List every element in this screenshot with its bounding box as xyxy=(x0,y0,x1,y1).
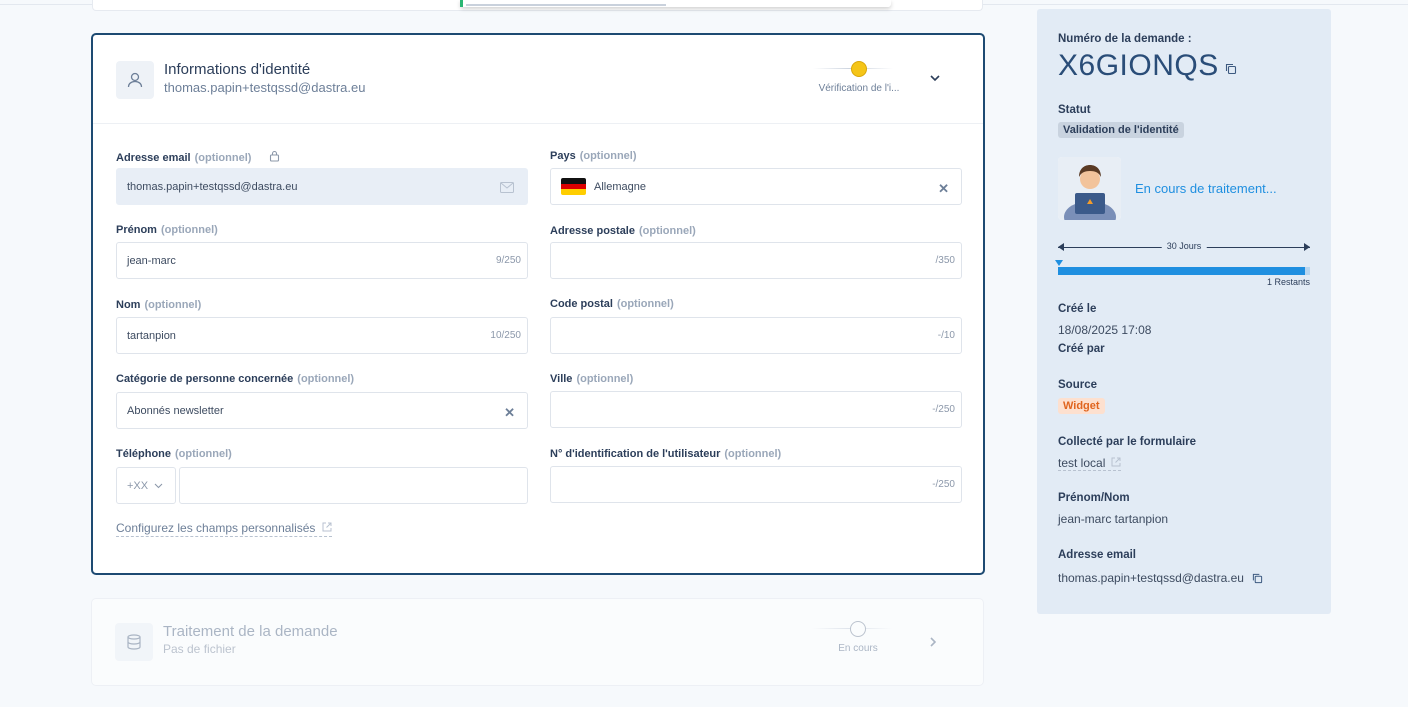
remaining-days: 1 Restants xyxy=(1266,277,1310,287)
external-link-icon xyxy=(1111,457,1121,467)
request-summary-panel: Numéro de la demande : X6GIONQS Statut V… xyxy=(1037,9,1331,614)
category-value: Abonnés newsletter xyxy=(127,404,224,417)
status-badge: Validation de l'identité xyxy=(1058,122,1184,138)
agent-avatar xyxy=(1058,157,1121,220)
lastname-label: Nom (optionnel) xyxy=(116,299,202,311)
database-icon xyxy=(115,623,153,661)
city-field[interactable]: -/250 xyxy=(550,391,962,428)
chevron-down-icon[interactable] xyxy=(928,71,942,85)
identity-step: Vérification de l'i... xyxy=(809,57,909,94)
country-value: Allemagne xyxy=(594,180,646,193)
country-label: Pays (optionnel) xyxy=(550,150,637,162)
processing-status-text: En cours de traitement... xyxy=(1135,181,1277,196)
sidebar-email-label: Adresse email xyxy=(1058,549,1136,561)
country-select[interactable]: Allemagne ✕ xyxy=(550,168,962,205)
form-link[interactable]: test local xyxy=(1058,456,1121,471)
clear-country-icon[interactable]: ✕ xyxy=(938,181,949,197)
address-label: Adresse postale (optionnel) xyxy=(550,225,696,237)
external-link-icon xyxy=(322,522,332,532)
identity-card-header[interactable]: Informations d'identité thomas.papin+tes… xyxy=(93,35,983,124)
city-label: Ville (optionnel) xyxy=(550,373,634,385)
created-label: Créé le xyxy=(1058,303,1097,315)
timeline-label: 30 Jours xyxy=(1161,241,1207,251)
name-label: Prénom/Nom xyxy=(1058,492,1130,504)
identity-card-email: thomas.papin+testqssd@dastra.eu xyxy=(164,80,366,95)
timeline-progress xyxy=(1058,267,1310,275)
chevron-right-icon[interactable] xyxy=(926,635,940,649)
category-select[interactable]: Abonnés newsletter ✕ xyxy=(116,392,528,429)
timeline-marker xyxy=(1055,260,1063,266)
firstname-value: jean-marc xyxy=(127,254,176,267)
category-label: Catégorie de personne concernée (optionne… xyxy=(116,373,355,385)
copy-icon[interactable] xyxy=(1252,573,1263,584)
germany-flag-icon xyxy=(561,178,586,195)
copy-icon[interactable] xyxy=(1225,63,1237,75)
clear-category-icon[interactable]: ✕ xyxy=(504,405,515,421)
request-number-row: X6GIONQS xyxy=(1058,49,1237,83)
lastname-counter: 10/250 xyxy=(490,330,521,341)
email-label: Adresse email (optionnel) xyxy=(116,150,280,164)
phone-prefix-value: +XX xyxy=(127,479,149,492)
user-id-counter: -/250 xyxy=(932,479,955,490)
step-status-dot xyxy=(851,61,867,77)
address-counter: /350 xyxy=(935,255,955,266)
user-id-field[interactable]: -/250 xyxy=(550,466,962,503)
chevron-down-icon xyxy=(154,483,163,488)
status-label: Statut xyxy=(1058,104,1091,116)
city-counter: -/250 xyxy=(932,404,955,415)
timeline-span: 30 Jours xyxy=(1058,241,1310,253)
created-by-label: Créé par xyxy=(1058,343,1105,355)
identity-card: Informations d'identité thomas.papin+tes… xyxy=(91,33,985,575)
email-value: thomas.papin+testqssd@dastra.eu xyxy=(127,180,298,193)
source-label: Source xyxy=(1058,379,1097,391)
user-icon xyxy=(116,61,154,99)
phone-label: Téléphone (optionnel) xyxy=(116,448,232,460)
processing-card-subtitle: Pas de fichier xyxy=(163,642,236,656)
form-label: Collecté par le formulaire xyxy=(1058,436,1197,448)
firstname-field[interactable]: jean-marc 9/250 xyxy=(116,242,528,279)
popover-accent xyxy=(460,0,463,7)
popover-scrollbar[interactable] xyxy=(466,4,666,6)
lastname-field[interactable]: tartanpion 10/250 xyxy=(116,317,528,354)
step-status-dot xyxy=(850,621,866,637)
step-label: Vérification de l'i... xyxy=(818,83,900,94)
firstname-label: Prénom (optionnel) xyxy=(116,224,218,236)
name-value: jean-marc tartanpion xyxy=(1058,512,1169,526)
address-field[interactable]: /350 xyxy=(550,242,962,279)
firstname-counter: 9/250 xyxy=(495,255,521,266)
email-field[interactable]: thomas.papin+testqssd@dastra.eu xyxy=(116,168,528,205)
phone-prefix-select[interactable]: +XX xyxy=(116,467,176,504)
form-value: test local xyxy=(1058,456,1106,470)
request-number-label: Numéro de la demande : xyxy=(1058,33,1192,45)
processing-step: En cours xyxy=(808,617,908,654)
zipcode-label: Code postal (optionnel) xyxy=(550,298,674,310)
lastname-value: tartanpion xyxy=(127,329,176,342)
source-badge: Widget xyxy=(1058,398,1105,414)
processing-card[interactable]: Traitement de la demande Pas de fichier … xyxy=(91,598,984,686)
user-id-label: N° d'identification de l'utilisateur (opt… xyxy=(550,448,782,460)
sidebar-email-row: thomas.papin+testqssd@dastra.eu xyxy=(1058,571,1263,585)
configure-custom-fields-link[interactable]: Configurez les champs personnalisés xyxy=(116,521,332,537)
request-number: X6GIONQS xyxy=(1058,49,1219,82)
identity-card-title: Informations d'identité xyxy=(164,61,311,78)
dropdown-popover xyxy=(460,0,891,7)
processing-step-label: En cours xyxy=(838,643,878,654)
phone-field[interactable] xyxy=(179,467,528,504)
zipcode-field[interactable]: -/10 xyxy=(550,317,962,354)
mail-icon xyxy=(500,182,514,193)
zipcode-counter: -/10 xyxy=(937,330,955,341)
lock-icon xyxy=(269,150,279,162)
processing-card-title: Traitement de la demande xyxy=(163,623,338,640)
sidebar-email-value: thomas.papin+testqssd@dastra.eu xyxy=(1058,571,1244,585)
created-value: 18/08/2025 17:08 xyxy=(1058,323,1152,337)
timeline-progress-fill xyxy=(1058,267,1305,275)
